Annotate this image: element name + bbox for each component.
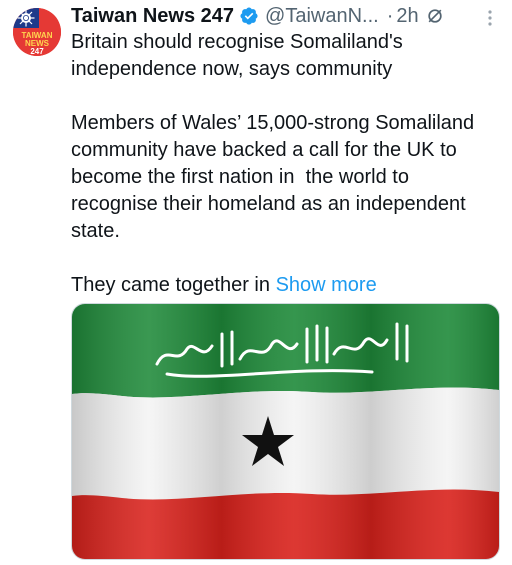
truncated-text: They came together in (71, 274, 276, 296)
show-more-link[interactable]: Show more (276, 274, 377, 296)
tweet-body: Members of Wales’ 15,000-strong Somalila… (71, 112, 486, 242)
author-avatar[interactable]: TAIWAN NEWS 247 (13, 8, 61, 56)
tweet-text: Britain should recognise Somaliland's in… (71, 29, 501, 299)
somaliland-flag-image[interactable] (71, 303, 500, 560)
tweet-header: Taiwan News 247 @TaiwanN... · 2h (71, 4, 492, 28)
more-options-icon[interactable] (480, 8, 500, 28)
tweet-timestamp[interactable]: 2h (396, 5, 418, 28)
verified-badge-icon (239, 6, 259, 26)
grok-icon[interactable] (425, 6, 445, 26)
author-handle[interactable]: @TaiwanN... (265, 5, 379, 28)
tweet-headline: Britain should recognise Somaliland's in… (71, 31, 409, 80)
author-name[interactable]: Taiwan News 247 (71, 5, 234, 28)
svg-text:247: 247 (30, 47, 44, 56)
tweet-truncated-line: They came together in Show more (71, 272, 501, 299)
separator-dot: · (386, 4, 394, 27)
taiwan-news-logo: TAIWAN NEWS 247 (13, 8, 61, 56)
